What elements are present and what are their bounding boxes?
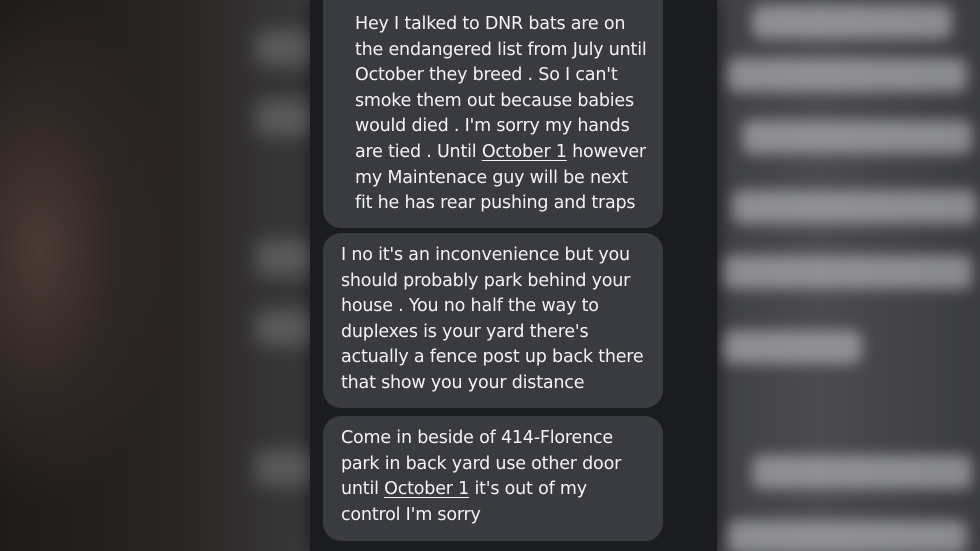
blurred-text-fragment	[255, 100, 312, 136]
blurred-background-left	[0, 0, 312, 551]
blurred-text-fragment	[255, 30, 312, 66]
blurred-text-lines	[712, 0, 980, 551]
message-bubble: Hey I talked to DNR bats are on the enda…	[323, 0, 663, 228]
blurred-text-fragment	[255, 310, 312, 346]
blurred-text-fragment	[255, 450, 312, 486]
message-text: Hey I talked to DNR bats are on the enda…	[355, 14, 647, 162]
message-thread[interactable]: Hey I talked to DNR bats are on the enda…	[310, 0, 717, 551]
message-bubble: I no it's an inconvenience but you shoul…	[323, 233, 663, 408]
blurred-background-right	[712, 0, 980, 551]
blurred-text-fragment	[255, 240, 312, 276]
date-link[interactable]: October 1	[384, 479, 469, 499]
message-text: I no it's an inconvenience but you shoul…	[341, 245, 644, 393]
message-bubble: Come in beside of 414-Florence park in b…	[323, 416, 663, 541]
date-link[interactable]: October 1	[482, 142, 567, 162]
